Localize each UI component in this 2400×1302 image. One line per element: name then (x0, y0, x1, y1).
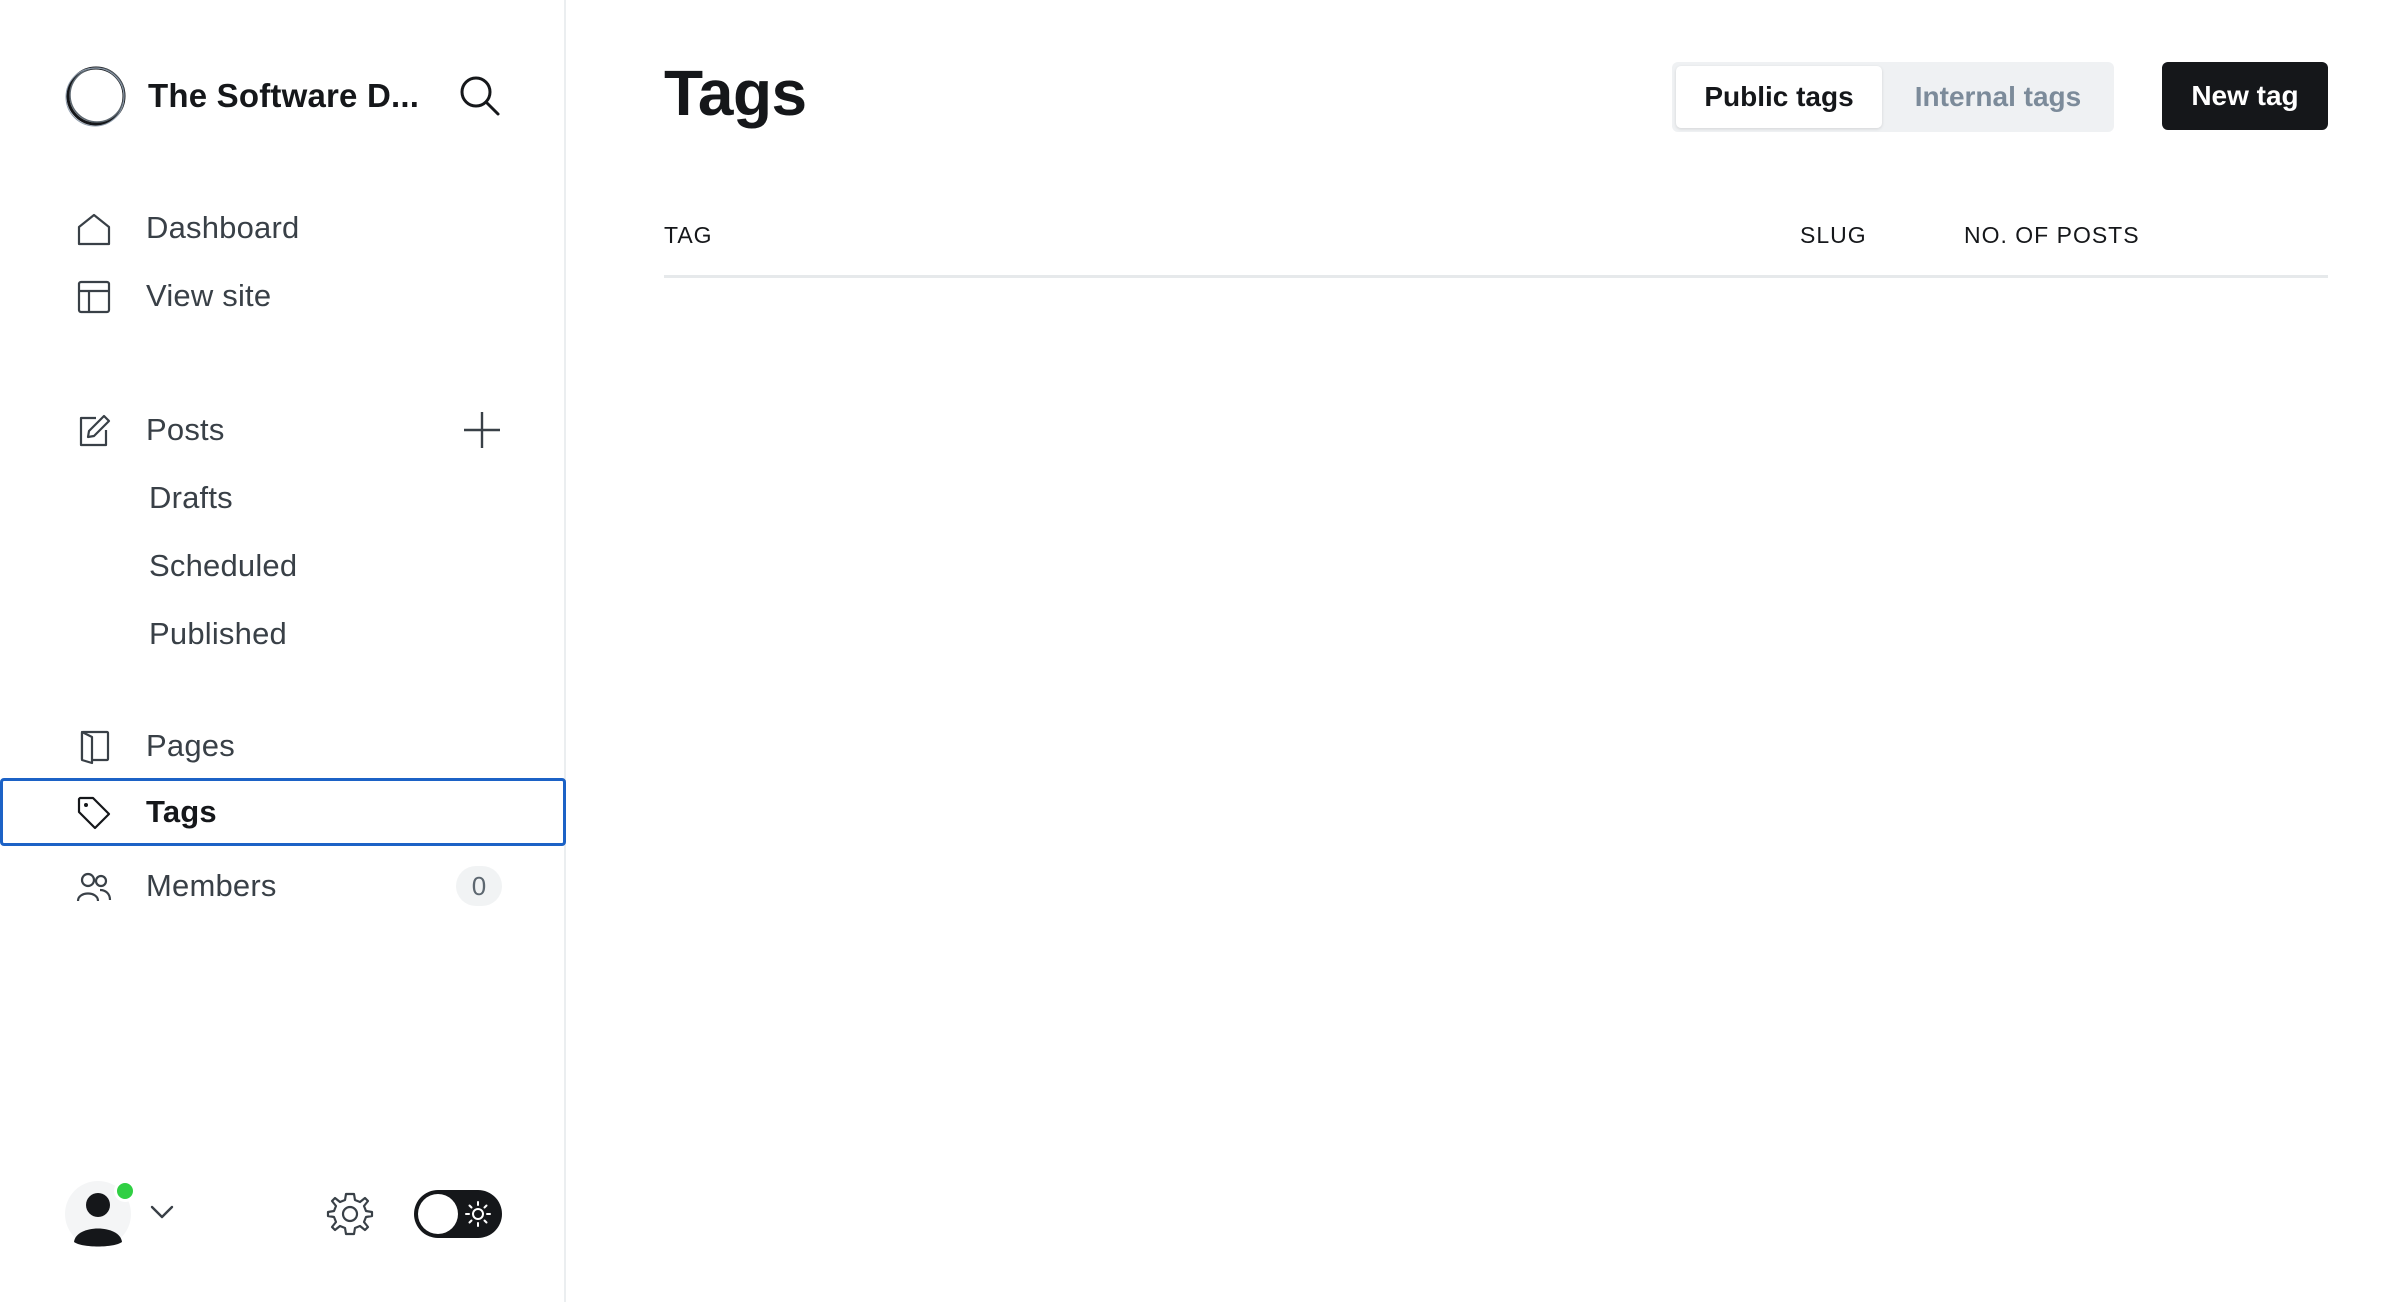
sidebar-item-dashboard[interactable]: Dashboard (0, 194, 566, 262)
pages-icon (80, 730, 110, 765)
column-header-slug: SLUG (1800, 222, 1867, 248)
site-brand[interactable]: The Software D... (64, 64, 504, 128)
sidebar-item-label: Members (146, 868, 277, 903)
tab-public-tags[interactable]: Public tags (1676, 66, 1882, 128)
sidebar-item-label: Tags (146, 794, 217, 829)
sidebar-item-view-site[interactable]: View site (0, 262, 566, 330)
column-header-post-count: NO. OF POSTS (1964, 222, 2140, 248)
gear-icon[interactable] (326, 1190, 374, 1238)
logo-icon (65, 66, 126, 127)
home-icon (77, 213, 111, 246)
sidebar-item-scheduled[interactable]: Scheduled (0, 532, 566, 600)
tag-type-switcher: Public tags Internal tags (1672, 62, 2114, 132)
sidebar-item-label: Drafts (149, 480, 233, 515)
sun-icon (465, 1201, 491, 1227)
presence-indicator (114, 1180, 136, 1202)
column-header-tag: TAG (664, 222, 713, 248)
search-icon[interactable] (456, 72, 504, 120)
members-count-badge: 0 (456, 866, 502, 906)
sidebar-item-drafts[interactable]: Drafts (0, 464, 566, 532)
site-name: The Software D... (148, 77, 420, 114)
chevron-down-icon[interactable] (148, 1198, 176, 1226)
app-root: The Software D... Dashboard View site Po… (0, 0, 2400, 1302)
edit-icon (79, 414, 111, 447)
sidebar-item-label: Published (149, 616, 287, 651)
theme-toggle[interactable] (414, 1190, 502, 1238)
members-icon (76, 872, 112, 902)
sidebar: The Software D... Dashboard View site Po… (0, 0, 566, 1302)
sidebar-item-pages[interactable]: Pages (0, 712, 566, 780)
tags-table-header: TAG SLUG NO. OF POSTS (664, 200, 2328, 278)
toggle-knob (418, 1194, 458, 1234)
plus-icon[interactable] (462, 410, 502, 450)
view-site-icon (77, 280, 111, 314)
sidebar-item-published[interactable]: Published (0, 600, 566, 668)
page-title: Tags (664, 57, 807, 129)
sidebar-item-label: View site (146, 278, 272, 313)
sidebar-item-label: Scheduled (149, 548, 298, 583)
sidebar-item-label: Dashboard (146, 210, 300, 245)
sidebar-item-label: Pages (146, 728, 235, 763)
tab-internal-tags[interactable]: Internal tags (1886, 66, 2110, 128)
tag-icon (77, 796, 111, 830)
sidebar-item-members[interactable]: Members 0 (0, 852, 566, 920)
sidebar-item-tags[interactable]: Tags (0, 778, 566, 846)
sidebar-item-posts[interactable]: Posts (0, 396, 566, 464)
sidebar-item-label: Posts (146, 412, 225, 447)
new-tag-button[interactable]: New tag (2162, 62, 2328, 130)
